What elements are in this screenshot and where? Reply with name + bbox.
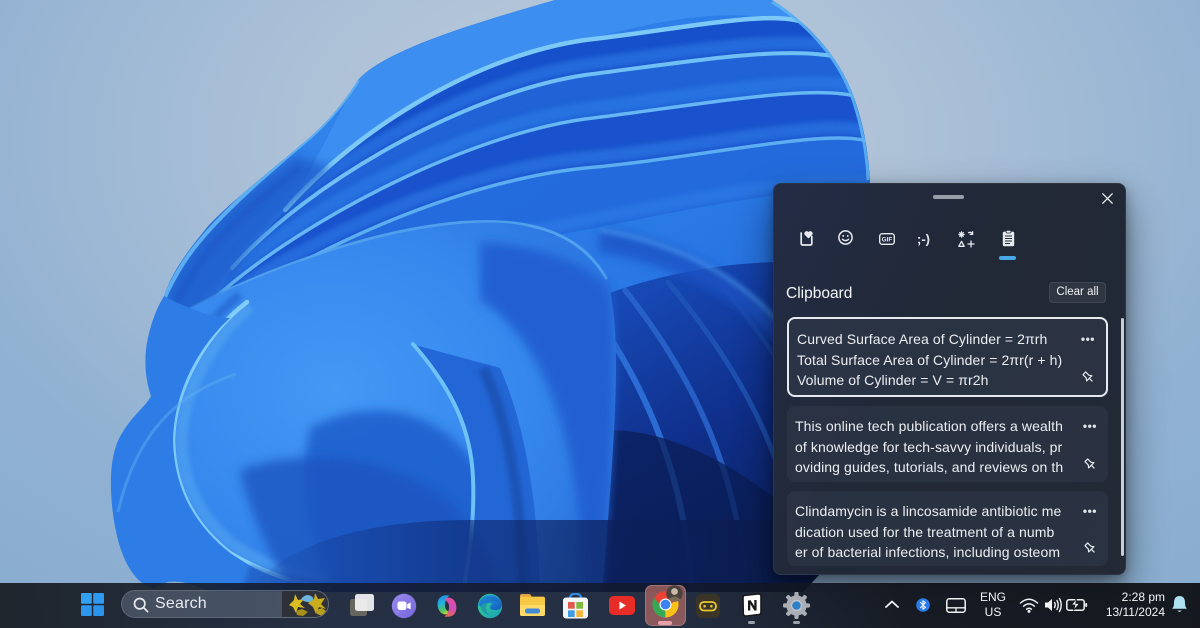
svg-text:;-): ;-) — [917, 232, 930, 247]
svg-text:GIF: GIF — [882, 237, 893, 244]
